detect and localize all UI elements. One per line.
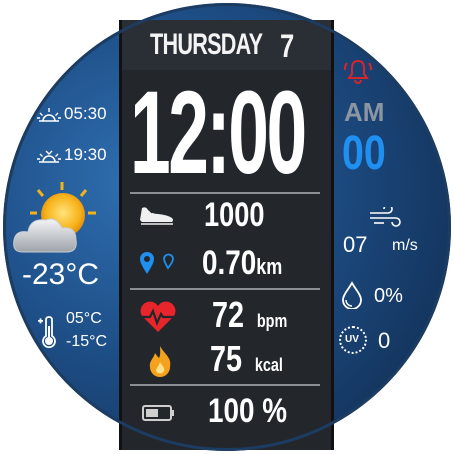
wind-unit: m/s — [392, 237, 418, 254]
sunrise-time: 05:30 — [64, 104, 107, 123]
partly-cloudy-icon — [13, 182, 96, 253]
center-panel: THURSDAY 7 12:00 1000 0.70km 72 bpm 75 k… — [119, 20, 334, 450]
battery-value: 100 % — [208, 392, 288, 430]
drop-icon — [342, 281, 362, 309]
alarm-icon — [343, 59, 373, 84]
uv-index: 0 — [378, 328, 391, 353]
distance-row: 0.70km — [202, 244, 282, 283]
calories-value: 75 — [210, 338, 243, 379]
sunset-icon — [37, 150, 61, 163]
heart-row: 72 bpm — [212, 294, 287, 336]
humidity: 0% — [374, 285, 403, 307]
heart-rate-value: 72 — [212, 294, 245, 335]
distance-value: 0.70 — [202, 244, 257, 282]
distance-unit: km — [256, 254, 283, 279]
shoe-icon — [140, 207, 173, 225]
sunset-row: 19:30 — [36, 145, 126, 169]
steps-value: 1000 — [204, 196, 265, 234]
calories-unit: kcal — [254, 355, 283, 375]
divider-1 — [130, 192, 320, 194]
am-pm: AM — [344, 97, 385, 127]
current-temperature: -23°C — [22, 258, 100, 291]
wind-speed: 07 — [343, 232, 368, 257]
flame-icon — [149, 346, 171, 377]
divider-3 — [130, 384, 320, 386]
thermometer-icon — [38, 316, 56, 349]
day-name: THURSDAY — [150, 28, 263, 61]
battery-icon — [142, 405, 174, 421]
sunset-time: 19:30 — [64, 145, 107, 164]
location-icon — [140, 252, 174, 274]
calories-row: 75 kcal — [210, 338, 283, 380]
temp-high: 05°C — [66, 310, 102, 327]
seconds-display: 00 — [342, 127, 386, 180]
sunrise-icon — [37, 108, 61, 122]
day-number: 7 — [280, 28, 295, 64]
sunrise-row: 05:30 — [36, 104, 126, 128]
temp-low: -15°C — [66, 333, 108, 350]
heart-rate-unit: bpm — [256, 311, 288, 331]
divider-2 — [130, 288, 320, 290]
uv-icon: UV — [339, 326, 367, 354]
heart-icon — [140, 301, 176, 332]
uv-label: UV — [345, 334, 359, 345]
time-display: 12:00 — [130, 67, 307, 199]
wind-icon — [370, 207, 401, 227]
